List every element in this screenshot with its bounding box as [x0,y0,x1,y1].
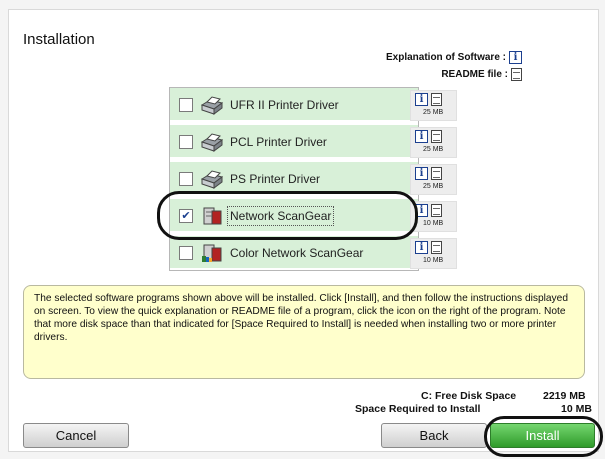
info-icon[interactable]: i [415,93,428,106]
readme-icon[interactable] [431,130,442,143]
software-row-ufr2[interactable]: UFR II Printer Driver [170,88,418,122]
software-size: 25 MB [423,109,444,116]
install-button[interactable]: Install [490,423,595,448]
software-2-actions: i 25 MB [410,164,457,195]
legend-readme-label: README file : [441,69,508,80]
free-space-value: 2219 MB [543,390,586,402]
info-icon[interactable]: i [415,241,428,254]
readme-icon[interactable] [431,167,442,180]
color-scangear-icon [202,244,222,262]
software-row-color-network-scangear[interactable]: Color Network ScanGear [170,236,418,270]
software-name: Network ScanGear [226,206,335,226]
software-size: 10 MB [423,257,444,264]
readme-icon[interactable] [431,93,442,106]
software-3-actions: i 10 MB [410,201,457,232]
software-4-actions: i 10 MB [410,238,457,269]
software-row-pcl[interactable]: PCL Printer Driver [170,125,418,159]
info-icon[interactable]: i [415,167,428,180]
info-icon[interactable]: i [415,130,428,143]
software-size: 10 MB [423,220,444,227]
info-icon: i [509,51,522,64]
software-row-network-scangear[interactable]: ✔ Network ScanGear [170,199,418,233]
required-space-label: Space Required to Install [355,403,481,415]
cancel-button[interactable]: Cancel [23,423,129,448]
readme-icon [511,68,522,81]
software-1-actions: i 25 MB [410,127,457,158]
info-icon[interactable]: i [415,204,428,217]
free-space-label: C: Free Disk Space [421,390,517,402]
legend-explanation-label: Explanation of Software : [385,52,506,63]
software-name: UFR II Printer Driver [230,98,339,112]
printer-icon [200,170,224,189]
checkbox[interactable] [179,135,193,149]
software-name: Color Network ScanGear [230,246,364,260]
page-title: Installation [23,31,95,48]
checkbox[interactable] [179,172,193,186]
software-size: 25 MB [423,146,444,153]
legend-readme: README file : [441,68,522,81]
required-space-value: 10 MB [561,403,592,415]
software-0-actions: i 25 MB [410,90,457,121]
description-text: The selected software programs shown abo… [34,293,568,343]
software-name: PCL Printer Driver [230,135,327,149]
back-button[interactable]: Back [381,423,487,448]
software-list: UFR II Printer Driver PCL Printer Driver… [169,87,419,271]
printer-icon [200,96,224,115]
readme-icon[interactable] [431,241,442,254]
software-size: 25 MB [423,183,444,190]
checkbox[interactable] [179,246,193,260]
checkbox-checked[interactable]: ✔ [179,209,193,223]
legend-explanation: Explanation of Software : i [386,51,522,64]
description-box: The selected software programs shown abo… [23,285,585,379]
printer-icon [200,133,224,152]
software-name: PS Printer Driver [230,172,321,186]
readme-icon[interactable] [431,204,442,217]
scangear-icon [203,207,222,225]
software-row-ps[interactable]: PS Printer Driver [170,162,418,196]
checkbox[interactable] [179,98,193,112]
